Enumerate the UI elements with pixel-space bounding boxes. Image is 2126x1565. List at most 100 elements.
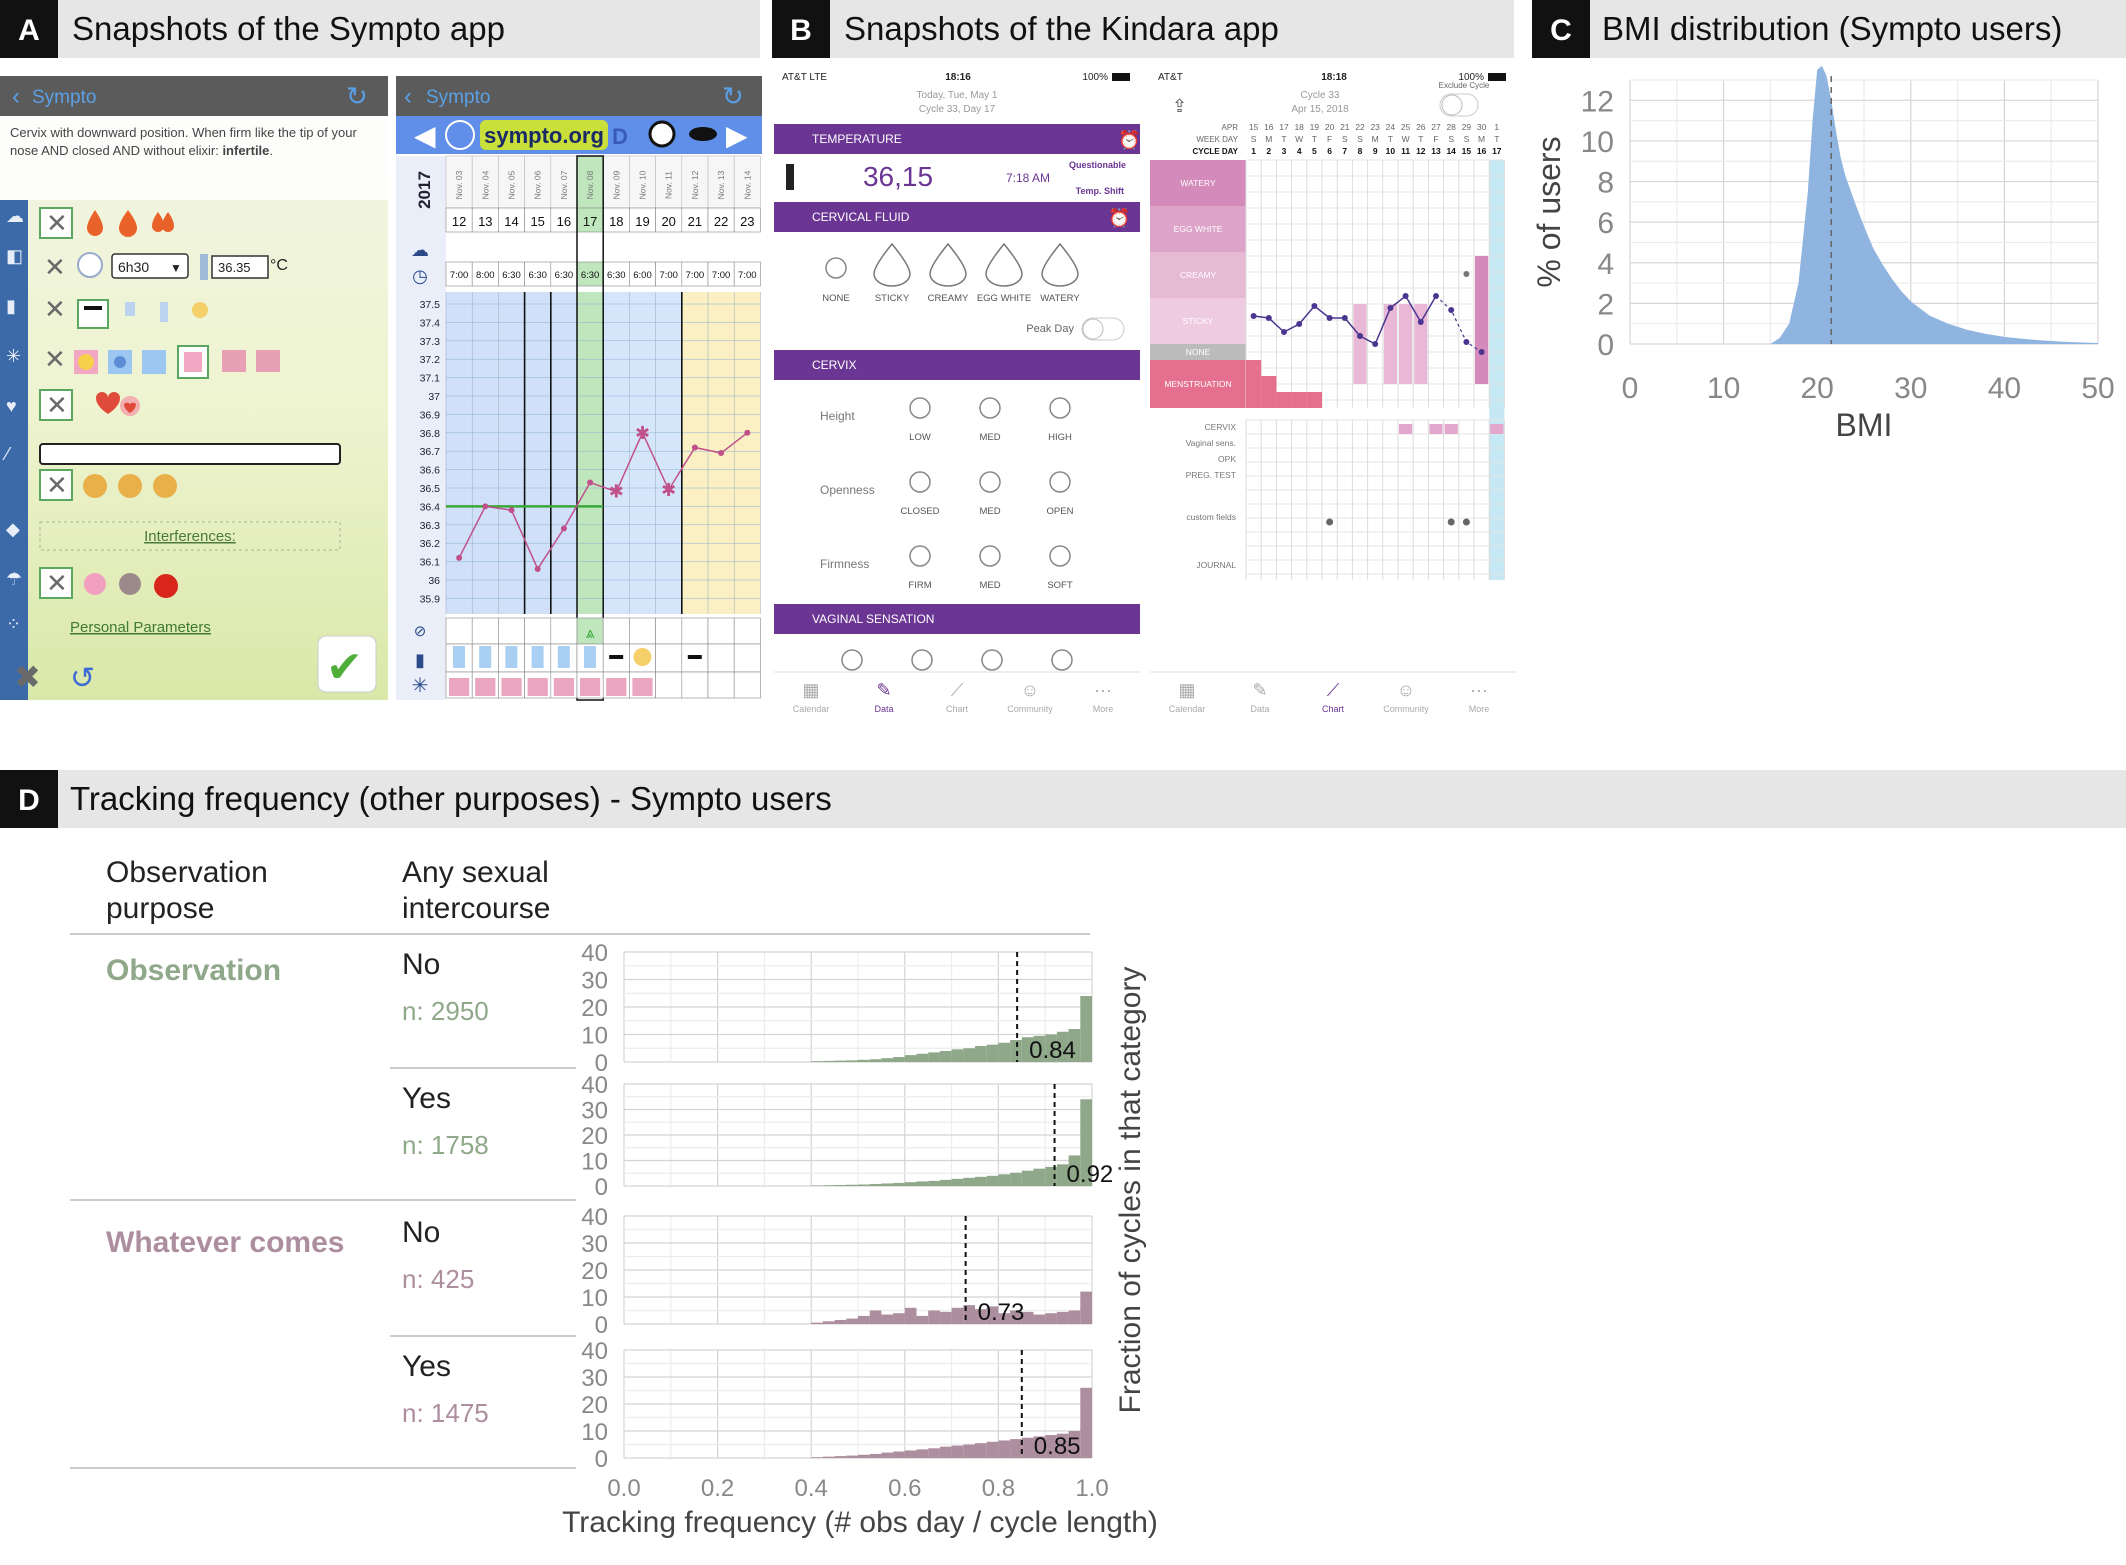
fluid-bar [1475, 256, 1489, 384]
questionable-toggle[interactable]: Questionable [1069, 160, 1126, 170]
histogram-bar [846, 1318, 858, 1324]
delete-icon[interactable]: ✖ [14, 659, 41, 695]
fluid-cell [707, 671, 735, 699]
header-cell: 14 [1446, 146, 1456, 156]
menstruation-bar [1291, 392, 1307, 408]
mood-icons[interactable] [83, 474, 177, 498]
cancel-circle-icon[interactable] [648, 120, 676, 148]
header-row-label: CYCLE DAY [1193, 147, 1239, 156]
col-header-purpose: purpose [106, 892, 214, 925]
alarm-icon[interactable]: ⏰ [1118, 129, 1140, 150]
cervix-radio [979, 471, 1001, 493]
panel-c-header: C BMI distribution (Sympto users) [1532, 0, 2126, 58]
back-button[interactable]: Sympto [426, 87, 490, 108]
temperature-value[interactable]: 36,15 [863, 161, 933, 192]
y-tick-label: 20 [581, 1258, 608, 1285]
histogram-bar [998, 1042, 1011, 1062]
prev-arrow-icon[interactable]: ◀ [414, 120, 436, 151]
histogram-bar [939, 1051, 952, 1062]
svg-text:TEMPERATURE: TEMPERATURE [812, 132, 902, 146]
tab-icon: ✎ [876, 680, 891, 700]
time-label: 6:30 [581, 270, 600, 281]
intercourse-label: Yes [402, 1082, 451, 1115]
interference-icons[interactable] [84, 573, 178, 598]
header-cell: T [1281, 134, 1286, 144]
symbol-cell [445, 617, 473, 645]
fluid-option-label: STICKY [875, 293, 910, 304]
symbol-cell [655, 617, 683, 645]
undo-icon[interactable]: ↺ [70, 662, 95, 695]
header-cell: 9 [1373, 146, 1378, 156]
sensation-icon: ✳ [412, 675, 429, 697]
temperature-point [1296, 321, 1303, 327]
y-tick-label: 10 [581, 1419, 608, 1446]
cervix-radio [1049, 545, 1071, 567]
temperature-point [691, 444, 698, 451]
histogram-bar [834, 1456, 847, 1458]
day-number: 23 [740, 214, 754, 229]
day-number: 19 [635, 214, 649, 229]
clock-icon[interactable] [77, 252, 103, 278]
histogram-bar [1010, 1040, 1022, 1062]
interferences-link[interactable]: Interferences: [144, 528, 236, 545]
temp-tick-label: 35.9 [420, 593, 441, 605]
purpose-label: Whatever comes [106, 1226, 344, 1259]
y-tick-label: 40 [581, 940, 608, 967]
symbol-cell [733, 617, 761, 645]
histogram-bar [834, 1319, 847, 1324]
y-tick-label: 4 [1597, 248, 1614, 281]
alarm-icon[interactable]: ⏰ [1108, 207, 1130, 228]
back-chevron-icon[interactable]: ‹ [404, 83, 412, 110]
lower-row-label: PREG. TEST [1186, 470, 1236, 480]
thermometer-icon [200, 254, 208, 280]
y-tick-label: 10 [1581, 126, 1614, 159]
temp-shift-toggle[interactable]: Temp. Shift [1076, 186, 1124, 196]
fluid-row-label: EGG WHITE [1174, 224, 1223, 234]
back-chevron-icon[interactable]: ‹ [12, 83, 20, 110]
refresh-icon[interactable]: ↻ [722, 81, 744, 111]
y-tick-label: 30 [581, 1365, 608, 1392]
tab-more: More [1093, 704, 1114, 714]
header-cell: S [1464, 134, 1470, 144]
temperature-point [1433, 293, 1439, 299]
temperature-point [1402, 293, 1409, 299]
temp-tick-label: 36.3 [420, 520, 441, 532]
histogram-bar [811, 1457, 823, 1458]
panel-b-letter: B [790, 14, 812, 47]
histogram-bar [939, 1179, 952, 1186]
intercourse-label: Yes [402, 1350, 451, 1383]
histogram-bar [893, 1313, 905, 1324]
lips-icon[interactable] [689, 127, 717, 141]
header-cell: 11 [1401, 146, 1410, 156]
histogram-bar [963, 1048, 975, 1062]
histogram-bar [928, 1180, 940, 1186]
next-arrow-icon[interactable]: ▶ [726, 120, 748, 151]
y-tick-label: 2 [1597, 288, 1614, 321]
refresh-icon[interactable]: ↻ [346, 81, 368, 111]
svg-text:✕: ✕ [44, 344, 66, 374]
histogram-bar [881, 1183, 894, 1186]
header-cell: F [1327, 134, 1332, 144]
histogram-bar [869, 1453, 882, 1458]
month-label: Nov. 05 [507, 170, 517, 199]
tab-icon: ··· [1470, 680, 1488, 700]
temperature-point [482, 503, 489, 510]
col-header-intercourse: intercourse [402, 892, 550, 925]
personal-parameters-link[interactable]: Personal Parameters [70, 619, 211, 636]
tab-calendar: Calendar [793, 704, 830, 714]
soft-marker [633, 648, 652, 666]
histogram-bar [858, 1315, 870, 1324]
notes-input[interactable] [39, 443, 341, 465]
share-icon[interactable]: ⇪ [1172, 96, 1187, 116]
cervix-radio [1049, 397, 1071, 419]
temp-tick-label: 37.5 [420, 299, 441, 311]
cervix-bar [584, 646, 596, 668]
histogram-bar [963, 1444, 975, 1458]
histogram-bar [1033, 1314, 1046, 1324]
firm-marker [687, 655, 702, 659]
back-button[interactable]: Sympto [32, 87, 96, 108]
cervix-option-label: FIRM [908, 580, 931, 591]
d-icon[interactable]: D [612, 124, 628, 149]
temperature-value: 36.35 [218, 260, 251, 275]
header-cell: 26 [1416, 122, 1426, 132]
